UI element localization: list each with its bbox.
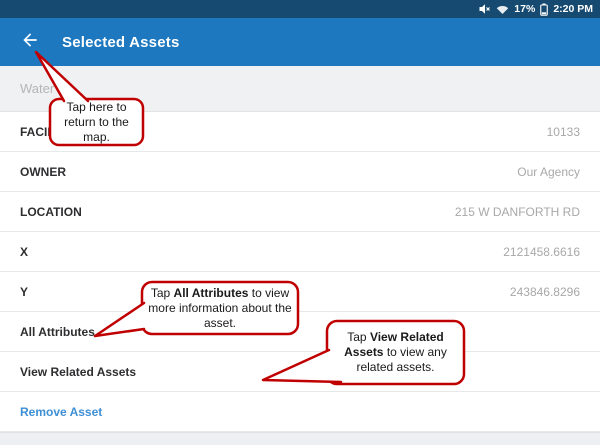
status-bar: 17% 2:20 PM: [0, 0, 600, 18]
selected-assets-screen: 17% 2:20 PM Selected Assets Water FACILI…: [0, 0, 600, 445]
field-value: 2121458.6616: [503, 245, 580, 259]
field-row-owner: OWNER Our Agency: [0, 152, 600, 192]
field-row-facilityid: FACILITYID 10133: [0, 112, 600, 152]
battery-icon: [540, 3, 548, 16]
clock: 2:20 PM: [553, 3, 593, 15]
view-related-assets-button[interactable]: View Related Assets: [0, 352, 600, 392]
page-title: Selected Assets: [62, 34, 180, 51]
wifi-icon: [496, 4, 509, 15]
app-bar: Selected Assets: [0, 18, 600, 66]
remove-asset-button[interactable]: Remove Asset: [0, 392, 600, 432]
battery-percent: 17%: [514, 3, 535, 15]
field-label: FACILITYID: [20, 125, 85, 139]
back-button[interactable]: [18, 30, 42, 54]
field-label: LOCATION: [20, 205, 82, 219]
field-value: 243846.8296: [510, 285, 580, 299]
field-label: OWNER: [20, 165, 66, 179]
back-arrow-icon: [20, 30, 40, 55]
all-attributes-label: All Attributes: [20, 325, 95, 339]
footer-band: [0, 432, 600, 445]
field-value: Our Agency: [517, 165, 580, 179]
layer-header-label: Water: [20, 81, 54, 96]
field-value: 10133: [547, 125, 580, 139]
field-row-location: LOCATION 215 W DANFORTH RD: [0, 192, 600, 232]
field-label: Y: [20, 285, 28, 299]
mute-icon: [479, 3, 491, 15]
all-attributes-button[interactable]: All Attributes: [0, 312, 600, 352]
field-row-x: X 2121458.6616: [0, 232, 600, 272]
field-value: 215 W DANFORTH RD: [455, 205, 580, 219]
view-related-assets-label: View Related Assets: [20, 365, 136, 379]
remove-asset-label: Remove Asset: [20, 405, 102, 419]
layer-header: Water: [0, 66, 600, 112]
field-row-y: Y 243846.8296: [0, 272, 600, 312]
field-label: X: [20, 245, 28, 259]
